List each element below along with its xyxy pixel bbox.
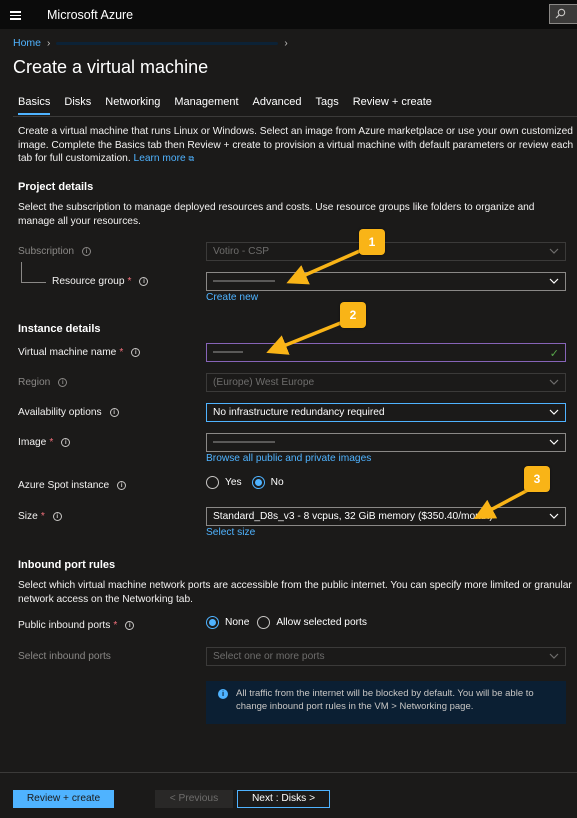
callout-badge-1: 1 xyxy=(359,229,385,255)
callout-badge-3: 3 xyxy=(524,466,550,492)
arrow-3 xyxy=(473,488,529,519)
callout-badge-2: 2 xyxy=(340,302,366,328)
arrow-1 xyxy=(286,248,363,285)
annotation-arrows xyxy=(266,248,529,519)
arrow-2 xyxy=(266,320,344,355)
